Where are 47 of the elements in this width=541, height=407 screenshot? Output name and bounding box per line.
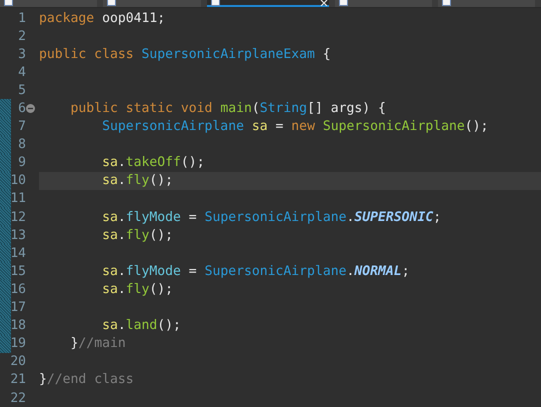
code-line: sa.takeOff(); bbox=[101, 155, 205, 170]
editor-tab[interactable] bbox=[206, 0, 328, 7]
code-line: }//main bbox=[70, 336, 126, 352]
line-number: 21 bbox=[10, 372, 26, 388]
code-line: sa.fly(); bbox=[101, 173, 174, 188]
line-number: 6 bbox=[18, 101, 26, 116]
line-number: 22 bbox=[10, 390, 26, 406]
line-number: 4 bbox=[18, 64, 26, 80]
code-line: package oop0411; bbox=[39, 10, 166, 26]
file-icon bbox=[338, 0, 348, 6]
line-number: 11 bbox=[10, 191, 26, 206]
line-number: 20 bbox=[10, 354, 26, 370]
line-number: 5 bbox=[18, 82, 26, 98]
file-icon bbox=[4, 0, 13, 6]
line-number: 15 bbox=[10, 264, 26, 279]
line-number: 7 bbox=[18, 119, 26, 134]
line-number: 1 bbox=[18, 10, 26, 26]
line-number: 2 bbox=[18, 28, 26, 44]
file-icon bbox=[442, 0, 451, 6]
file-icon bbox=[107, 0, 116, 6]
editor-tab[interactable] bbox=[334, 0, 432, 7]
line-number: 9 bbox=[18, 155, 26, 170]
code-line: }//end class bbox=[39, 372, 134, 388]
line-number: 19 bbox=[10, 336, 26, 352]
editor-tab[interactable] bbox=[0, 0, 98, 7]
line-number: 17 bbox=[10, 300, 26, 316]
line-number: 12 bbox=[10, 210, 26, 225]
line-number: 3 bbox=[18, 46, 26, 62]
code-line: sa.fly(); bbox=[101, 282, 174, 297]
code-line: sa.flyMode = SupersonicAirplane.NORMAL; bbox=[101, 264, 410, 279]
line-number: 13 bbox=[10, 228, 26, 243]
code-line: sa.flyMode = SupersonicAirplane.SUPERSONIC; bbox=[101, 210, 442, 225]
line-number: 16 bbox=[10, 282, 26, 297]
code-line: sa.land(); bbox=[101, 318, 181, 334]
close-icon[interactable] bbox=[320, 0, 328, 6]
editor-tab[interactable] bbox=[103, 0, 200, 7]
code-line: public class SupersonicAirplaneExam { bbox=[39, 46, 331, 62]
line-number: 18 bbox=[10, 318, 26, 334]
code-line: sa.fly(); bbox=[101, 228, 174, 243]
collapse-icon[interactable] bbox=[26, 104, 35, 114]
line-number: 14 bbox=[10, 246, 26, 261]
file-icon bbox=[210, 0, 220, 6]
code-line: SupersonicAirplane sa = new SupersonicAirplane(); bbox=[101, 119, 488, 134]
editor-tab[interactable] bbox=[438, 0, 535, 7]
line-number: 8 bbox=[18, 137, 26, 152]
code-line: public static void main(String[] args) { bbox=[70, 101, 386, 116]
line-number: 10 bbox=[10, 173, 26, 188]
